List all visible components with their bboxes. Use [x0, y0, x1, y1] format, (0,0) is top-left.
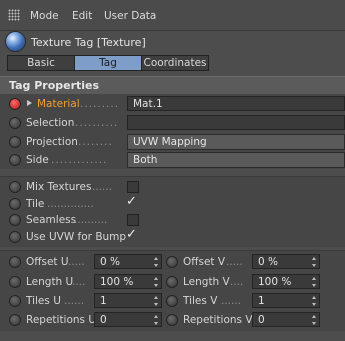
animation-bullet-icon[interactable] — [9, 136, 21, 148]
animation-bullet-icon[interactable] — [166, 295, 178, 307]
tiles-u-input[interactable]: 1 — [94, 293, 162, 308]
length-v-label: Length V — [183, 276, 230, 288]
animation-bullet-icon[interactable] — [9, 256, 21, 268]
stepper-arrows-icon[interactable] — [312, 277, 317, 287]
length-u-value: 100 % — [100, 276, 134, 288]
projection-label: Projection — [26, 136, 78, 148]
grip-icon[interactable] — [8, 9, 20, 21]
side-label: Side — [26, 154, 49, 166]
length-v-input[interactable]: 100 % — [252, 274, 320, 289]
offset-v-label: Offset V — [183, 256, 226, 268]
stepper-arrows-icon[interactable] — [154, 296, 159, 306]
stepper-arrows-icon[interactable] — [312, 257, 317, 267]
expand-triangle-icon[interactable] — [27, 100, 32, 106]
tile-checkbox[interactable]: ✓ — [125, 195, 137, 208]
stepper-arrows-icon[interactable] — [154, 277, 159, 287]
repetitions-u-label: Repetitions U — [26, 314, 97, 326]
animation-bullet-icon[interactable] — [166, 314, 178, 326]
seamless-label: Seamless — [26, 214, 77, 226]
length-v-value: 100 % — [258, 276, 292, 288]
dotted-leader: ..... — [226, 256, 243, 268]
repetitions-v-value: 0 — [258, 314, 265, 326]
use-uvw-bump-label: Use UVW for Bump — [26, 231, 127, 243]
offset-u-input[interactable]: 0 % — [94, 254, 162, 269]
projection-dropdown[interactable]: UVW Mapping — [127, 134, 345, 150]
object-title: Texture Tag [Texture] — [31, 36, 146, 49]
section-header: Tag Properties — [0, 76, 345, 95]
animation-bullet-icon[interactable] — [9, 117, 21, 129]
dotted-leader: ...... — [92, 181, 113, 193]
tab-tag[interactable]: Tag — [74, 55, 142, 71]
dotted-leader: ........ — [78, 136, 113, 148]
length-u-input[interactable]: 100 % — [94, 274, 162, 289]
animation-bullet-icon[interactable] — [166, 276, 178, 288]
dotted-leader: .......... — [74, 214, 108, 226]
tiles-v-label: Tiles V — [183, 295, 218, 307]
animation-bullet-icon[interactable] — [9, 181, 21, 193]
dotted-leader: ...... — [64, 295, 85, 307]
selection-field[interactable] — [127, 115, 345, 130]
animation-bullet-icon[interactable] — [9, 276, 21, 288]
material-field[interactable]: Mat.1 — [127, 96, 345, 111]
dotted-leader: .... — [72, 276, 86, 288]
sphere-icon — [6, 32, 25, 51]
section-title: Tag Properties — [9, 79, 100, 92]
seamless-checkbox[interactable] — [127, 214, 139, 226]
offset-u-label: Offset U — [26, 256, 69, 268]
animation-bullet-icon[interactable] — [9, 295, 21, 307]
material-label: Material — [37, 98, 80, 110]
tiles-v-input[interactable]: 1 — [252, 293, 320, 308]
tiles-u-label: Tiles U — [26, 295, 61, 307]
side-dropdown[interactable]: Both — [127, 152, 345, 168]
dotted-leader: .............. — [47, 198, 94, 210]
animation-bullet-icon[interactable] — [9, 214, 21, 226]
mix-textures-label: Mix Textures — [26, 181, 92, 193]
animation-bullet-icon[interactable] — [9, 198, 21, 210]
menu-mode[interactable]: Mode — [30, 10, 59, 22]
repetitions-v-input[interactable]: 0 — [252, 312, 320, 327]
animation-bullet-icon[interactable] — [9, 314, 21, 326]
stepper-arrows-icon[interactable] — [154, 315, 159, 325]
repetitions-u-value: 0 — [100, 314, 107, 326]
dotted-leader: .......... — [75, 117, 119, 129]
repetitions-v-label: Repetitions V — [183, 314, 253, 326]
dotted-leader: ............. — [51, 154, 108, 166]
menu-user-data[interactable]: User Data — [104, 10, 156, 22]
offset-v-input[interactable]: 0 % — [252, 254, 320, 269]
tiles-u-value: 1 — [100, 295, 107, 307]
stepper-arrows-icon[interactable] — [154, 257, 159, 267]
dotted-leader: ......... — [80, 98, 120, 110]
tab-basic[interactable]: Basic — [7, 55, 75, 71]
selection-label: Selection — [26, 117, 75, 129]
tile-label: Tile — [26, 198, 45, 210]
offset-u-value: 0 % — [100, 256, 120, 268]
stepper-arrows-icon[interactable] — [312, 315, 317, 325]
use-uvw-bump-checkbox[interactable]: ✓ — [125, 228, 137, 241]
menu-edit[interactable]: Edit — [72, 10, 92, 22]
animation-bullet-icon[interactable] — [9, 231, 21, 243]
stepper-arrows-icon[interactable] — [312, 296, 317, 306]
animation-bullet-icon[interactable] — [166, 256, 178, 268]
dotted-leader: ...... — [221, 295, 242, 307]
animation-bullet-icon[interactable] — [9, 154, 21, 166]
mix-textures-checkbox[interactable] — [127, 181, 139, 193]
repetitions-u-input[interactable]: 0 — [94, 312, 162, 327]
menubar: Mode Edit User Data — [0, 0, 345, 31]
animation-bullet-icon[interactable] — [9, 98, 21, 110]
offset-v-value: 0 % — [258, 256, 278, 268]
length-u-label: Length U — [26, 276, 74, 288]
tab-coordinates[interactable]: Coordinates — [141, 55, 209, 71]
dotted-leader: .... — [230, 276, 244, 288]
tiles-v-value: 1 — [258, 295, 265, 307]
dotted-leader: ..... — [68, 256, 85, 268]
